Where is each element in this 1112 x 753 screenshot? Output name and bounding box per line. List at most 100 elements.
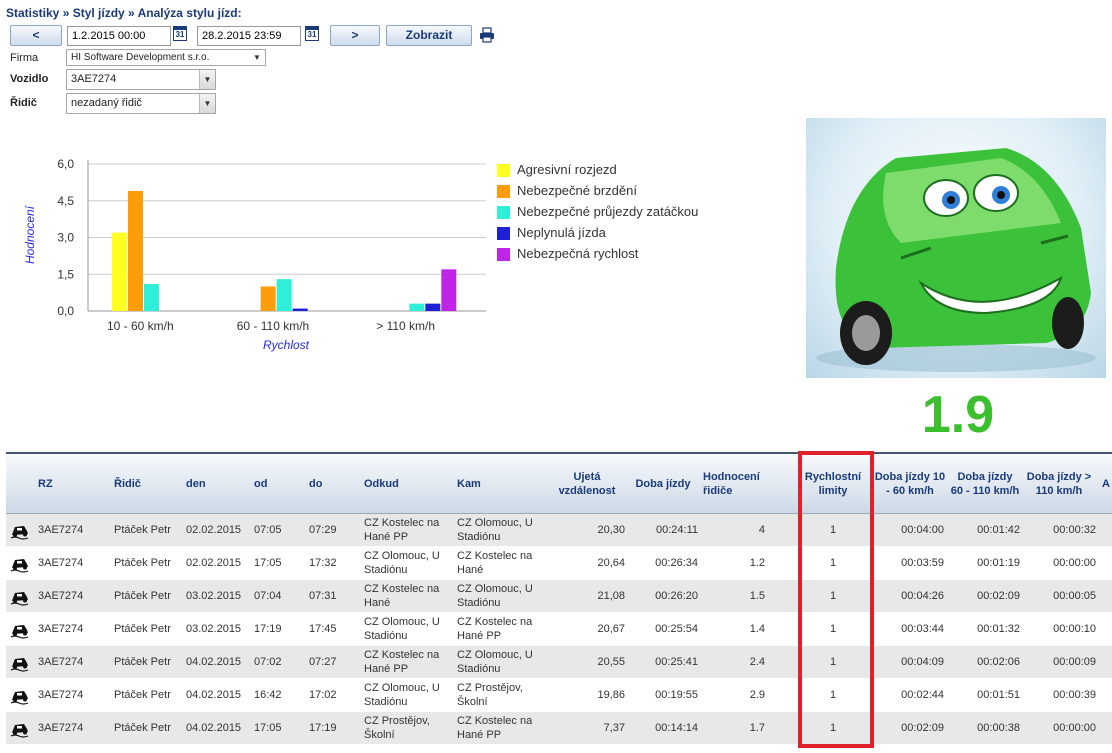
x-tick-label: 10 - 60 km/h (107, 319, 174, 333)
car-skid-icon[interactable] (10, 654, 30, 672)
cell-vzd: 7,37 (603, 722, 625, 734)
cell-doba: 00:14:14 (655, 722, 698, 734)
cell-rz (38, 745, 108, 753)
cell-ridic: Ptáček Petr (114, 722, 171, 734)
cell-d1: 00:03:59 (901, 557, 944, 569)
col-do[interactable]: do (309, 454, 349, 514)
car-skid-icon[interactable] (10, 720, 30, 738)
car-skid-icon[interactable] (10, 687, 30, 705)
cell-d3 (1022, 745, 1096, 753)
chevron-down-icon: ▼ (253, 53, 261, 62)
cell-vzd: 20,55 (597, 656, 625, 668)
cell-od (254, 745, 294, 753)
col-ridic[interactable]: Řidič (114, 454, 174, 514)
cell-odkud: CZ Olomouc, U Stadiónu (364, 616, 440, 642)
car-skid-icon[interactable] (10, 522, 30, 540)
cell-ridic: Ptáček Petr (114, 590, 171, 602)
table-row[interactable]: 3AE7274 Ptáček Petr 04.02.2015 16:42 17:02 CZ… (6, 679, 1112, 712)
cell-kam: CZ Olomouc, U Stadiónu (457, 649, 533, 675)
firma-select[interactable]: HI Software Development s.r.o. ▼ (66, 49, 266, 66)
cell-d2: 00:01:51 (977, 689, 1020, 701)
x-tick-label: > 110 km/h (376, 319, 435, 333)
cell-odkud: CZ Kostelec na Hané PP (364, 649, 440, 675)
car-skid-icon[interactable] (10, 621, 30, 639)
prev-period-button[interactable]: < (10, 25, 62, 46)
cell-ridic: Ptáček Petr (114, 557, 171, 569)
cell-hod: 2.9 (749, 689, 765, 701)
cell-hod: 1.5 (749, 590, 765, 602)
cell-odkud: CZ Olomouc, U Stadiónu (364, 550, 440, 576)
cell-lim: 1 (829, 623, 837, 635)
legend-swatch (497, 164, 510, 177)
col-kam[interactable]: Kam (457, 454, 537, 514)
calendar-icon[interactable]: 31 (305, 26, 319, 41)
date-from-input[interactable] (67, 26, 171, 46)
y-tick-label: 4,5 (57, 194, 74, 208)
cell-lim: 1 (829, 524, 837, 536)
bar (441, 269, 457, 311)
col-rychlostni-limity[interactable]: Rychlostní limity (798, 454, 868, 514)
bar (292, 308, 308, 311)
col-a[interactable]: A (1102, 454, 1112, 514)
table-header: RZ Řidič den od do Odkud Kam Ujetá vzdál… (6, 452, 1112, 514)
table-row[interactable]: 3AE7274 Ptáček Petr 04.02.2015 07:02 07:27 CZ… (6, 646, 1112, 679)
ridic-value: nezadaný řidič (71, 97, 142, 109)
driving-style-chart: 0,0 1,5 3,0 4,5 6,0 10 - 60 km/h 60 - 110 km/h… (23, 157, 486, 352)
cell-den: 02.02.2015 (186, 524, 242, 536)
next-period-button[interactable]: > (330, 25, 380, 46)
cell-ridic: Ptáček Petr (114, 656, 171, 668)
ridic-label: Řidič (10, 97, 37, 109)
breadcrumb: Statistiky » Styl jízdy » Analýza stylu … (6, 6, 242, 20)
legend-swatch (497, 185, 510, 198)
vozidlo-label: Vozidlo (10, 73, 49, 85)
table-row[interactable]: 3AE7274 Ptáček Petr 02.02.2015 17:05 17:32 CZ… (6, 547, 1112, 580)
cell-d2: 00:02:06 (977, 656, 1020, 668)
table-row[interactable]: 3AE7274 Ptáček Petr 04.02.2015 17:05 17:19 CZ… (6, 712, 1112, 745)
col-ujeta-vzdalenost[interactable]: Ujetá vzdálenost (549, 454, 625, 514)
cell-od: 17:05 (254, 557, 282, 569)
cell-vzd: 20,64 (597, 557, 625, 569)
show-button[interactable]: Zobrazit (386, 25, 472, 46)
cell-do (309, 745, 349, 753)
firma-label: Firma (10, 52, 39, 64)
cell-d3: 00:00:10 (1053, 623, 1096, 635)
ridic-select[interactable]: nezadaný řidič ▼ (66, 93, 216, 114)
car-skid-icon[interactable] (10, 588, 30, 606)
col-odkud[interactable]: Odkud (364, 454, 444, 514)
printer-icon[interactable] (479, 27, 495, 43)
x-tick-label: 60 - 110 km/h (237, 319, 309, 333)
cell-d1: 00:04:26 (901, 590, 944, 602)
col-doba-110[interactable]: Doba jízdy > 110 km/h (1022, 454, 1096, 514)
col-od[interactable]: od (254, 454, 294, 514)
date-to-input[interactable] (197, 26, 301, 46)
cell-od: 07:02 (254, 656, 282, 668)
table-row[interactable]: 3AE7274 Ptáček Petr 02.02.2015 07:05 07:29 CZ… (6, 514, 1112, 547)
cell-d2: 00:01:42 (977, 524, 1020, 536)
col-hodnoceni[interactable]: Hodnocení řidiče (703, 454, 773, 514)
cell-vzd: 20,67 (597, 623, 625, 635)
cell-lim: 1 (829, 656, 837, 668)
cell-kam: CZ Olomouc, U (457, 745, 541, 753)
cell-rz: 3AE7274 (38, 656, 84, 668)
bar (112, 232, 127, 311)
cell-do: 17:02 (309, 689, 337, 701)
legend-label: Neplynulá jízda (517, 225, 606, 240)
car-illustration (806, 118, 1106, 378)
vozidlo-select[interactable]: 3AE7274 ▼ (66, 69, 216, 90)
col-doba-jizdy[interactable]: Doba jízdy (630, 454, 696, 514)
table-row[interactable]: 3AE7274 Ptáček Petr 03.02.2015 07:04 07:31 CZ… (6, 580, 1112, 613)
col-rz[interactable]: RZ (38, 454, 98, 514)
cell-lim: 1 (829, 689, 837, 701)
cell-d2: 00:01:19 (977, 557, 1020, 569)
col-doba-10-60[interactable]: Doba jízdy 10 - 60 km/h (874, 454, 946, 514)
col-den[interactable]: den (186, 454, 246, 514)
table-row[interactable]: 3AE7274 Ptáček Petr 03.02.2015 17:19 17:45 CZ… (6, 613, 1112, 646)
cell-odkud: CZ Kostelec na Hané (364, 583, 440, 609)
calendar-icon[interactable]: 31 (173, 26, 187, 41)
cell-den: 03.02.2015 (186, 623, 242, 635)
car-skid-icon[interactable] (10, 555, 30, 573)
table-row[interactable]: CZ Kostelec CZ Olomouc, U (6, 745, 1112, 753)
legend-label: Nebezpečná rychlost (517, 246, 639, 261)
vozidlo-value: 3AE7274 (71, 73, 117, 85)
col-doba-60-110[interactable]: Doba jízdy 60 - 110 km/h (950, 454, 1020, 514)
